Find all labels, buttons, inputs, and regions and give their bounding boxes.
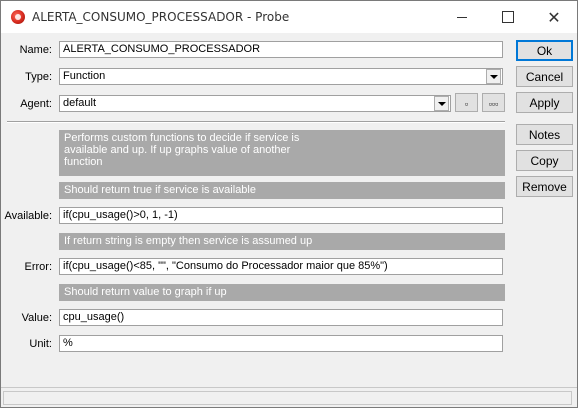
status-pane xyxy=(3,391,572,405)
error-label: Error: xyxy=(24,261,53,273)
chevron-down-icon xyxy=(489,74,498,79)
ok-button[interactable]: Ok xyxy=(516,40,573,61)
value-hint: Should return value to graph if up xyxy=(59,284,505,301)
available-hint: Should return true if service is availab… xyxy=(59,182,505,199)
available-input[interactable]: if(cpu_usage()>0, 1, -1) xyxy=(59,207,503,224)
cancel-button[interactable]: Cancel xyxy=(516,66,573,87)
type-dropdown-button[interactable] xyxy=(486,69,501,84)
remove-button[interactable]: Remove xyxy=(516,176,573,197)
name-input[interactable]: ALERTA_CONSUMO_PROCESSADOR xyxy=(59,41,503,58)
notes-button[interactable]: Notes xyxy=(516,124,573,145)
copy-button[interactable]: Copy xyxy=(516,150,573,171)
maximize-button[interactable] xyxy=(485,1,531,33)
close-icon: ✕ xyxy=(547,7,561,27)
agent-select[interactable]: default xyxy=(59,95,451,112)
close-button[interactable]: ✕ xyxy=(531,1,577,33)
maximize-icon xyxy=(502,11,514,23)
available-label: Available: xyxy=(4,210,53,222)
agent-browse-button[interactable]: ▫▫▫ xyxy=(482,93,505,112)
name-label: Name: xyxy=(19,44,52,56)
title-bar: ALERTA_CONSUMO_PROCESSADOR - Probe ✕ xyxy=(1,1,577,33)
unit-input[interactable]: % xyxy=(59,335,503,352)
error-input[interactable]: if(cpu_usage()<85, "", "Consumo do Proce… xyxy=(59,258,503,275)
type-label: Type: xyxy=(25,71,52,83)
status-bar xyxy=(1,387,577,407)
agent-label: Agent: xyxy=(20,98,52,110)
value-label: Value: xyxy=(21,312,52,324)
agent-small-button[interactable]: ▫ xyxy=(455,93,478,112)
divider xyxy=(7,121,505,123)
unit-label: Unit: xyxy=(29,338,52,350)
type-selected-value: Function xyxy=(63,70,106,82)
window-title: ALERTA_CONSUMO_PROCESSADOR - Probe xyxy=(32,10,290,24)
error-hint: If return string is empty then service i… xyxy=(59,233,505,250)
description-text: Performs custom functions to decide if s… xyxy=(64,132,300,168)
description-banner: Performs custom functions to decide if s… xyxy=(59,130,505,176)
agent-dropdown-button[interactable] xyxy=(434,96,449,111)
agent-selected-value: default xyxy=(63,97,97,109)
value-input[interactable]: cpu_usage() xyxy=(59,309,503,326)
type-select[interactable]: Function xyxy=(59,68,503,85)
apply-button[interactable]: Apply xyxy=(516,92,573,113)
probe-app-icon xyxy=(11,10,25,24)
minimize-button[interactable] xyxy=(439,1,485,33)
chevron-down-icon xyxy=(437,101,446,106)
probe-window: ALERTA_CONSUMO_PROCESSADOR - Probe ✕ Nam… xyxy=(0,0,578,408)
minimize-icon xyxy=(457,16,467,18)
